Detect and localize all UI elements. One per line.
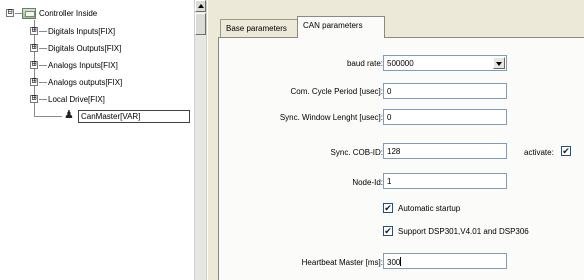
tree-item-analog-outputs[interactable]: Analogs outputs[FIX] — [48, 78, 122, 87]
project-tree[interactable]: ⊟ Controller Inside ⊞ Digitals Inputs[FI… — [0, 0, 194, 280]
tree-item-digital-inputs[interactable]: Digitals Inputs[FIX] — [48, 27, 115, 36]
heartbeat-input[interactable]: 300 — [383, 253, 507, 269]
tree-connector — [34, 116, 62, 117]
arrow-up-icon — [198, 4, 204, 8]
expand-icon[interactable]: ⊞ — [30, 95, 38, 103]
tree-scrollbar[interactable] — [194, 0, 206, 280]
support-dsp-checkbox[interactable]: ✔ — [383, 226, 393, 236]
baud-rate-label: baud rate: — [346, 59, 383, 68]
tree-item-canmaster[interactable]: CanMaster[VAR] — [78, 110, 190, 123]
tree-item-digital-outputs[interactable]: Digitals Outputs[FIX] — [48, 44, 121, 53]
activate-checkbox[interactable]: ✔ — [561, 146, 571, 156]
heartbeat-value: 300 — [387, 258, 401, 267]
expand-icon[interactable]: ⊞ — [30, 44, 38, 52]
heartbeat-label: Heartbeat Master [ms]: — [301, 258, 383, 267]
text-caret — [400, 257, 402, 266]
expand-icon[interactable]: ⊞ — [30, 27, 38, 35]
sync-cob-label: Sync. COB-ID: — [330, 148, 383, 157]
cycle-period-label: Com. Cycle Period [usec]: — [290, 87, 383, 96]
automatic-startup-checkbox[interactable]: ✔ — [383, 203, 393, 213]
properties-panel: Base parameters CAN parameters baud rate… — [206, 0, 584, 280]
tree-connector — [39, 31, 47, 32]
support-dsp-label: Support DSP301,V4.01 and DSP306 — [398, 227, 529, 236]
sync-window-label: Sync. Window Lenght [usec]: — [279, 113, 383, 122]
can-network-icon: ♟ — [64, 109, 74, 121]
expand-icon[interactable]: ⊞ — [30, 78, 38, 86]
cycle-period-input[interactable]: 0 — [383, 83, 507, 99]
tree-root-label[interactable]: Controller Inside — [39, 9, 97, 18]
expand-icon[interactable]: ⊞ — [30, 61, 38, 69]
scroll-thumb[interactable] — [195, 13, 206, 35]
tree-connector — [39, 65, 47, 66]
can-parameters-page: baud rate: 500000 Com. Cycle Period [use… — [218, 37, 584, 280]
node-id-label: Node-Id: — [352, 178, 383, 187]
sync-window-input[interactable]: 0 — [383, 109, 507, 125]
activate-label: activate: — [524, 148, 554, 157]
collapse-icon[interactable]: ⊟ — [6, 9, 14, 17]
tab-can-parameters[interactable]: CAN parameters — [297, 16, 385, 38]
sync-cob-input[interactable]: 128 — [383, 143, 507, 159]
tree-item-canmaster-label: CanMaster[VAR] — [81, 112, 141, 121]
controller-icon — [22, 8, 36, 19]
tree-connector — [15, 13, 22, 14]
node-id-input[interactable]: 1 — [383, 173, 507, 189]
tree-connector — [39, 82, 47, 83]
automatic-startup-label: Automatic startup — [398, 204, 461, 213]
scroll-up-button[interactable] — [195, 0, 206, 12]
baud-rate-value: 500000 — [387, 59, 414, 68]
panel-splitter[interactable] — [206, 0, 208, 280]
chevron-down-icon[interactable] — [493, 57, 505, 69]
tree-connector — [39, 48, 47, 49]
baud-rate-select[interactable]: 500000 — [383, 55, 507, 71]
tree-connector — [39, 99, 47, 100]
tree-item-local-drive[interactable]: Local Drive[FIX] — [48, 95, 105, 104]
tab-base-parameters[interactable]: Base parameters — [220, 19, 298, 37]
tree-item-analog-inputs[interactable]: Analogs Inputs[FIX] — [48, 61, 118, 70]
